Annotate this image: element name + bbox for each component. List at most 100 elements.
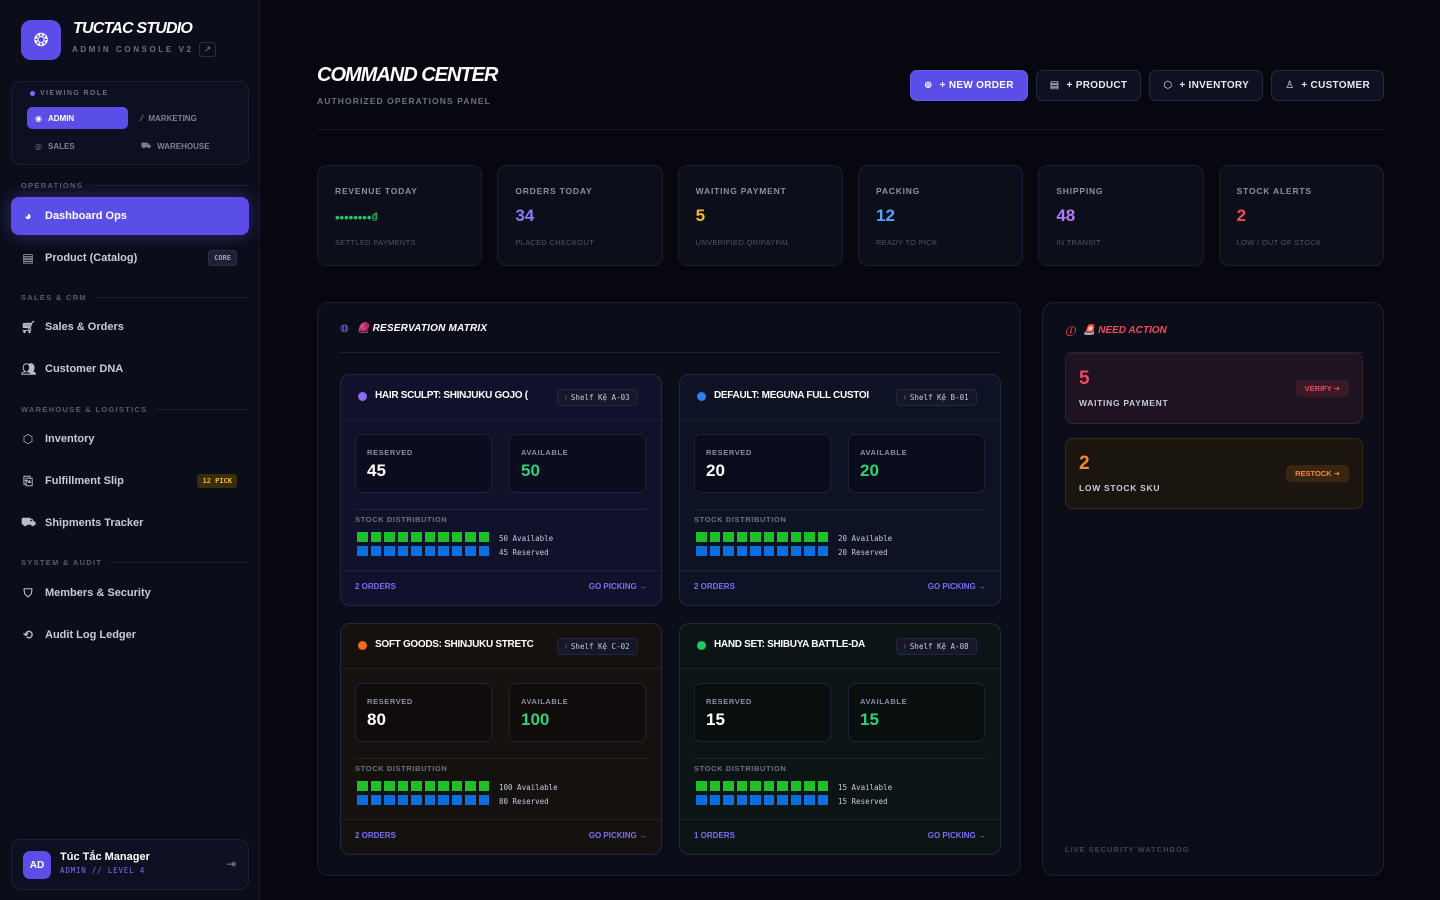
role-admin-button[interactable]: ◉ ADMIN <box>27 107 128 129</box>
reserved-unit <box>723 795 734 805</box>
core-badge: CORE <box>208 250 237 266</box>
available-unit <box>370 532 381 542</box>
available-unit <box>478 781 489 791</box>
sidebar-item-shipments-tracker[interactable]: ⛟ Shipments Tracker <box>11 504 249 542</box>
available-unit <box>709 781 720 791</box>
product-icon: ▤ <box>1049 80 1060 91</box>
role-sales-button[interactable]: ◎ SALES <box>27 135 128 157</box>
available-unit <box>709 532 720 542</box>
add-inventory-button[interactable]: ⬡ + INVENTORY <box>1149 70 1264 101</box>
stat-label: AVAILABLE <box>860 697 908 706</box>
kpi-value: 5 <box>695 206 706 225</box>
brand-subtitle: ADMIN CONSOLE V2 <box>72 45 194 54</box>
kpi-packing[interactable]: PACKING 12 READY TO PICK <box>857 165 1024 266</box>
available-bar <box>696 532 832 542</box>
go-picking-link[interactable]: GO PICKING → <box>928 582 986 591</box>
alert-label: WAITING PAYMENT <box>1079 398 1169 408</box>
add-customer-button[interactable]: ♙ + CUSTOMER <box>1271 70 1384 101</box>
reserved-stat: RESERVED 15 <box>694 683 831 742</box>
sales-icon: ◎ <box>35 141 42 151</box>
go-picking-link[interactable]: GO PICKING → <box>589 582 647 591</box>
product-card-header: SOFT GOODS: SHINJUKU STRETC ⍿ Shelf Kệ C-… <box>341 624 661 669</box>
orders-link[interactable]: 1 ORDERS <box>694 831 735 840</box>
restock-button[interactable]: RESTOCK ➜ <box>1286 465 1349 482</box>
kpi-value: 48 <box>1056 206 1076 225</box>
sidebar-item-sales-orders[interactable]: 🛒︎ Sales & Orders <box>11 308 249 346</box>
kpi-stock-alerts[interactable]: STOCK ALERTS 2 LOW / OUT OF STOCK <box>1218 165 1384 266</box>
product-name: DEFAULT: MEGUNA FULL CUSTOI <box>714 390 869 401</box>
sidebar-item-customer-dna[interactable]: 👥︎ Customer DNA <box>11 350 249 388</box>
brand: ❂ TUCTAC STUDIO ADMIN CONSOLE V2 ↗ <box>21 20 251 62</box>
sidebar-item-inventory[interactable]: ⬡ Inventory <box>11 420 249 458</box>
reserved-unit <box>723 546 734 556</box>
go-picking-link[interactable]: GO PICKING → <box>928 831 986 840</box>
sidebar-item-audit-log[interactable]: ⟲ Audit Log Ledger <box>11 616 249 654</box>
available-unit <box>696 781 707 791</box>
alert-circle-icon: ⓘ <box>1065 327 1075 338</box>
nav-section-system-audit: SYSTEM & AUDIT <box>21 558 249 567</box>
kpi-orders-today[interactable]: ORDERS TODAY 34 PLACED CHECKOUT <box>497 165 663 266</box>
logout-icon[interactable]: ⇥ <box>226 857 236 871</box>
product-card[interactable]: HAIR SCULPT: SHINJUKU GOJO ( ⍿ Shelf Kệ A… <box>340 374 662 606</box>
alert-low-stock: 2 LOW STOCK SKU RESTOCK ➜ <box>1065 438 1363 509</box>
available-bar <box>696 781 832 791</box>
reserved-stat: RESERVED 20 <box>694 434 831 493</box>
kpi-sub: READY TO PICK <box>875 238 938 247</box>
kpi-sub: LOW / OUT OF STOCK <box>1236 238 1322 247</box>
external-link-icon[interactable]: ↗ <box>199 42 216 57</box>
shelf-tag: ⍿ Shelf Kệ C-02 <box>557 638 638 655</box>
sidebar: ❂ TUCTAC STUDIO ADMIN CONSOLE V2 ↗ VIEWI… <box>0 0 260 900</box>
kpi-waiting-payment[interactable]: WAITING PAYMENT 5 UNVERIFIED QR/PAYPAL <box>677 165 843 266</box>
product-card[interactable]: HAND SET: SHIBUYA BATTLE-DA ⍿ Shelf Kệ A-… <box>679 623 1001 855</box>
reserved-unit <box>736 546 747 556</box>
available-stat: AVAILABLE 20 <box>848 434 985 493</box>
watchdog-footer: LIVE SECURITY WATCHDOG <box>1065 845 1190 854</box>
available-value: 20 <box>860 461 879 480</box>
orders-link[interactable]: 2 ORDERS <box>355 831 396 840</box>
stock-distribution-bars <box>696 781 832 809</box>
product-card[interactable]: DEFAULT: MEGUNA FULL CUSTOI ⍿ Shelf Kệ B-… <box>679 374 1001 606</box>
sidebar-item-fulfillment-slip[interactable]: ⎘ Fulfillment Slip 12 PICK <box>11 462 249 500</box>
reserved-unit <box>465 546 476 556</box>
available-unit <box>357 781 368 791</box>
new-order-button[interactable]: ⊕ + NEW ORDER <box>909 70 1028 101</box>
distribution-legend: 100 Available 80 Reserved <box>499 781 558 809</box>
shelf-tag: ⍿ Shelf Kệ B-01 <box>896 389 977 406</box>
role-marketing-button[interactable]: ⁄ MARKETING <box>133 107 234 129</box>
available-count: 15 Available <box>838 783 893 792</box>
orders-link[interactable]: 2 ORDERS <box>694 582 735 591</box>
product-card[interactable]: SOFT GOODS: SHINJUKU STRETC ⍿ Shelf Kệ C-… <box>340 623 662 855</box>
available-unit <box>723 781 734 791</box>
go-picking-link[interactable]: GO PICKING → <box>589 831 647 840</box>
user-card[interactable]: AD Túc Tắc Manager ADMIN // LEVEL 4 ⇥ <box>11 839 249 890</box>
database-icon: ◍ <box>340 323 349 334</box>
reserved-unit <box>750 795 761 805</box>
sidebar-item-members-security[interactable]: ⛉ Members & Security <box>11 574 249 612</box>
sidebar-item-product-catalog[interactable]: ▤ Product (Catalog) CORE <box>11 239 249 277</box>
distribution-legend: 15 Available 15 Reserved <box>838 781 892 809</box>
available-unit <box>817 532 828 542</box>
status-dot-icon <box>358 641 367 650</box>
cart-icon: 🛒︎ <box>21 320 37 334</box>
distribution-divider <box>355 758 647 759</box>
stat-label: RESERVED <box>367 697 413 706</box>
kpi-revenue-today[interactable]: REVENUE TODAY ••••••••₫ SETTLED PAYMENTS <box>317 165 483 266</box>
truck-icon: ⛟ <box>21 515 37 529</box>
sidebar-item-dashboard-ops[interactable]: ◕ Dashboard Ops <box>11 197 249 235</box>
orders-link[interactable]: 2 ORDERS <box>355 582 396 591</box>
add-product-button[interactable]: ▤ + PRODUCT <box>1035 70 1142 101</box>
pin-icon: ⍿ <box>565 392 567 402</box>
distribution-label: STOCK DISTRIBUTION <box>694 764 787 773</box>
product-card-header: HAND SET: SHIBUYA BATTLE-DA ⍿ Shelf Kệ A-… <box>680 624 1000 669</box>
role-warehouse-button[interactable]: ⛟ WAREHOUSE <box>133 135 234 157</box>
verify-button[interactable]: VERIFY ➜ <box>1295 380 1349 397</box>
kpi-shipping[interactable]: SHIPPING 48 IN TRANSIT <box>1038 165 1204 266</box>
kpi-sub: UNVERIFIED QR/PAYPAL <box>695 238 791 247</box>
reserved-unit <box>370 795 381 805</box>
reserved-unit <box>424 795 435 805</box>
brand-logo-icon[interactable]: ❂ <box>21 20 61 60</box>
reserved-unit <box>709 546 720 556</box>
available-unit <box>465 532 476 542</box>
available-stat: AVAILABLE 50 <box>509 434 646 493</box>
reserved-unit <box>709 795 720 805</box>
